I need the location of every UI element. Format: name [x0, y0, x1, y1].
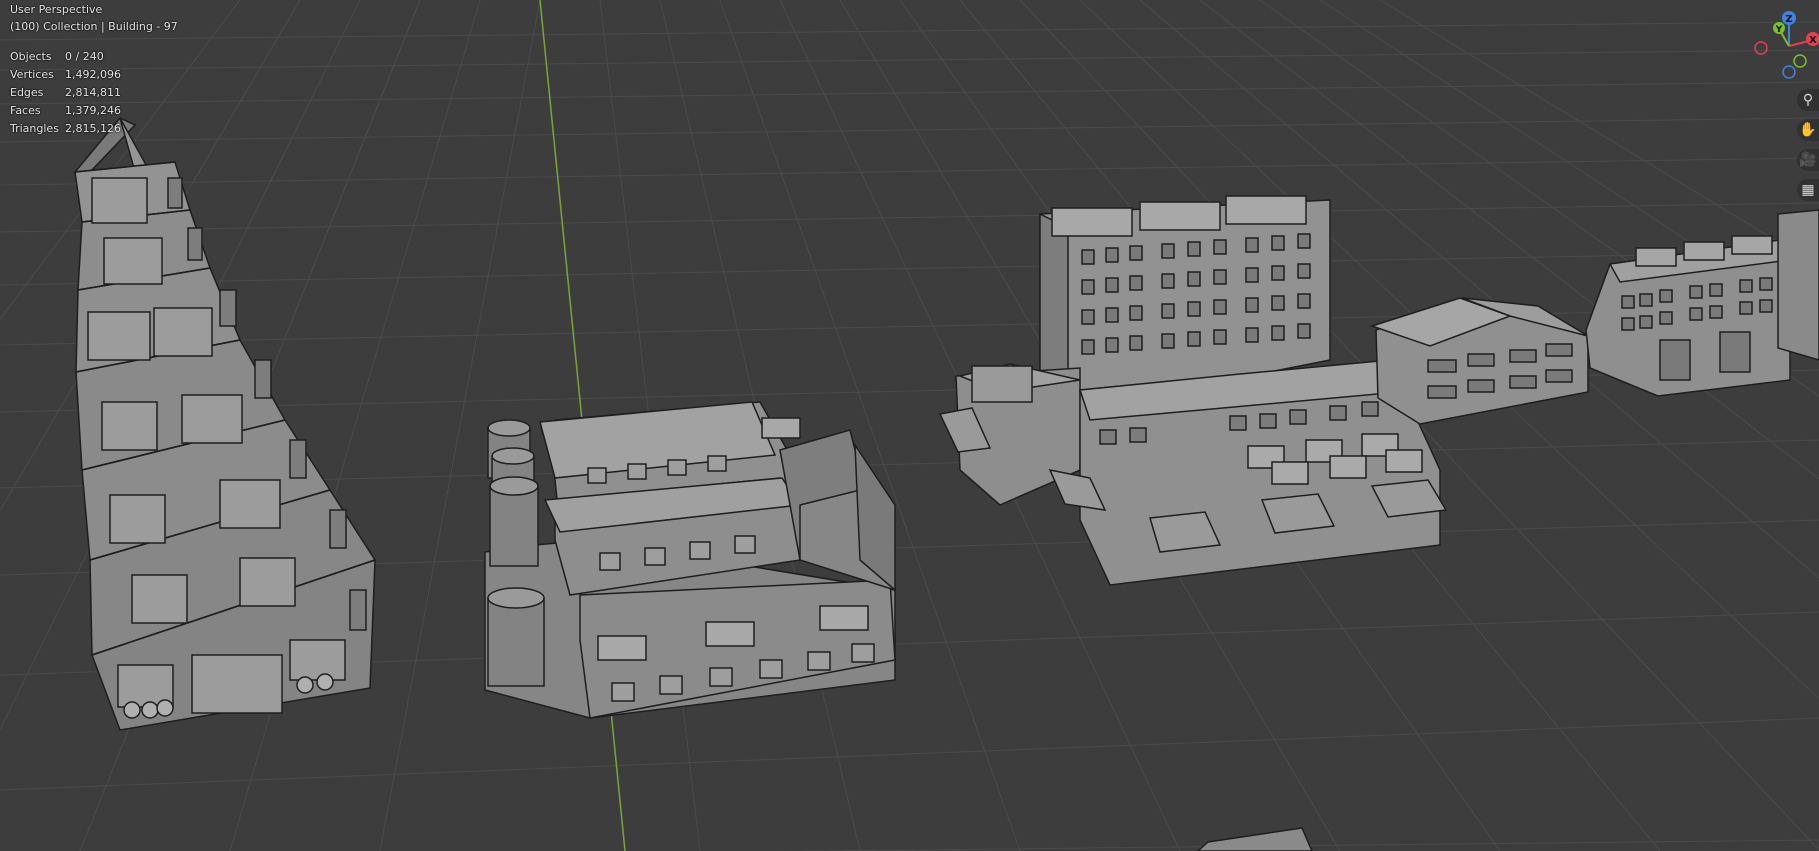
stat-value: 1,379,246 [65, 104, 121, 117]
gizmo-neg-z[interactable] [1782, 65, 1796, 79]
gizmo-neg-y[interactable] [1793, 54, 1807, 68]
gizmo-z-axis[interactable]: Z [1782, 11, 1796, 25]
gizmo-y-axis[interactable]: Y [1773, 22, 1785, 35]
stat-row-objects: Objects 0 / 240 [10, 50, 121, 68]
camera-icon[interactable]: 🎥 [1797, 149, 1819, 171]
stat-row-faces: Faces 1,379,246 [10, 104, 121, 122]
stat-value: 2,814,811 [65, 86, 121, 99]
gizmo-x-axis[interactable]: X [1806, 32, 1819, 46]
pan-hand-icon[interactable]: ✋ [1797, 119, 1819, 141]
stat-label: Vertices [10, 68, 54, 81]
stat-label: Faces [10, 104, 41, 117]
statistics-overlay: Objects 0 / 240 Vertices 1,492,096 Edges… [10, 50, 121, 140]
stat-label: Triangles [10, 122, 59, 135]
navigation-gizmo[interactable]: Z X Y [1749, 6, 1819, 86]
gizmo-x-label: X [1809, 35, 1817, 46]
stat-value: 1,492,096 [65, 68, 121, 81]
gizmo-z-label: Z [1785, 14, 1792, 25]
stat-label: Objects [10, 50, 52, 63]
stat-label: Edges [10, 86, 44, 99]
gizmo-y-label: Y [1775, 25, 1783, 35]
collection-info: (100) Collection | Building - 97 [10, 20, 178, 33]
view-title: User Perspective [10, 3, 103, 16]
zoom-icon[interactable]: ⚲ [1797, 89, 1819, 111]
stat-row-vertices: Vertices 1,492,096 [10, 68, 121, 86]
gizmo-neg-x[interactable] [1754, 41, 1768, 55]
stat-row-edges: Edges 2,814,811 [10, 86, 121, 104]
3d-viewport[interactable]: User Perspective (100) Collection | Buil… [0, 0, 1819, 851]
stat-row-triangles: Triangles 2,815,126 [10, 122, 121, 140]
grid-perspective-icon[interactable]: ▦ [1797, 179, 1819, 201]
viewport-canvas[interactable] [0, 0, 1819, 851]
stat-value: 2,815,126 [65, 122, 121, 135]
stat-value: 0 / 240 [65, 50, 104, 63]
